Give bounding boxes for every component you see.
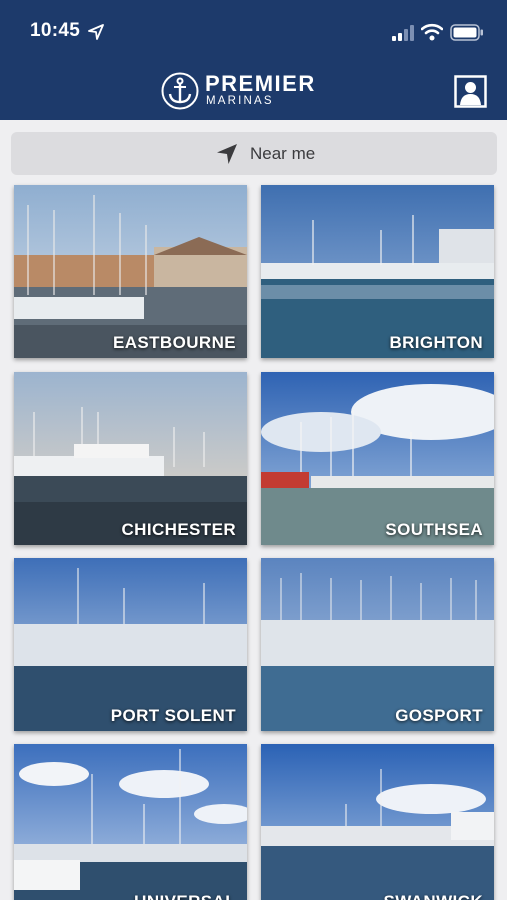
premier-marinas-logo: PREMIER MARINAS	[161, 70, 361, 112]
near-me-label: Near me	[250, 144, 316, 163]
marina-name: UNIVERSAL	[134, 892, 236, 900]
marina-photo	[261, 744, 494, 900]
marina-tile-eastbourne[interactable]: EASTBOURNE	[14, 185, 247, 358]
marina-name: BRIGHTON	[389, 333, 483, 352]
marina-tile-brighton[interactable]: BRIGHTON	[261, 185, 494, 358]
status-time: 10:45	[30, 20, 81, 41]
navigation-arrow-icon	[217, 144, 237, 164]
marina-name: CHICHESTER	[121, 520, 236, 539]
marina-name: EASTBOURNE	[112, 333, 236, 352]
marina-photo	[14, 744, 247, 900]
marina-tile-chichester[interactable]: CHICHESTER	[14, 372, 247, 545]
brand-name: PREMIER	[205, 71, 316, 96]
cellular-signal-icon	[392, 25, 414, 41]
near-me-button[interactable]: Near me	[11, 132, 497, 175]
brand-subtitle: MARINAS	[206, 95, 274, 107]
marina-name: GOSPORT	[395, 706, 483, 725]
profile-icon[interactable]	[454, 75, 487, 108]
status-bar: 10:45	[0, 0, 507, 62]
marina-tile-port-solent[interactable]: PORT SOLENT	[14, 558, 247, 731]
marina-name: SOUTHSEA	[385, 520, 483, 539]
marina-tile-swanwick[interactable]: SWANWICK	[261, 744, 494, 900]
marina-tile-universal[interactable]: UNIVERSAL	[14, 744, 247, 900]
marina-tile-southsea[interactable]: SOUTHSEA	[261, 372, 494, 545]
app-header: PREMIER MARINAS	[0, 62, 507, 120]
battery-icon	[450, 24, 483, 41]
marina-name: PORT SOLENT	[110, 706, 236, 725]
anchor-logo-icon	[161, 72, 199, 110]
marina-name: SWANWICK	[383, 892, 483, 900]
wifi-icon	[421, 23, 443, 41]
marina-tile-gosport[interactable]: GOSPORT	[261, 558, 494, 731]
location-arrow-icon	[88, 24, 104, 40]
